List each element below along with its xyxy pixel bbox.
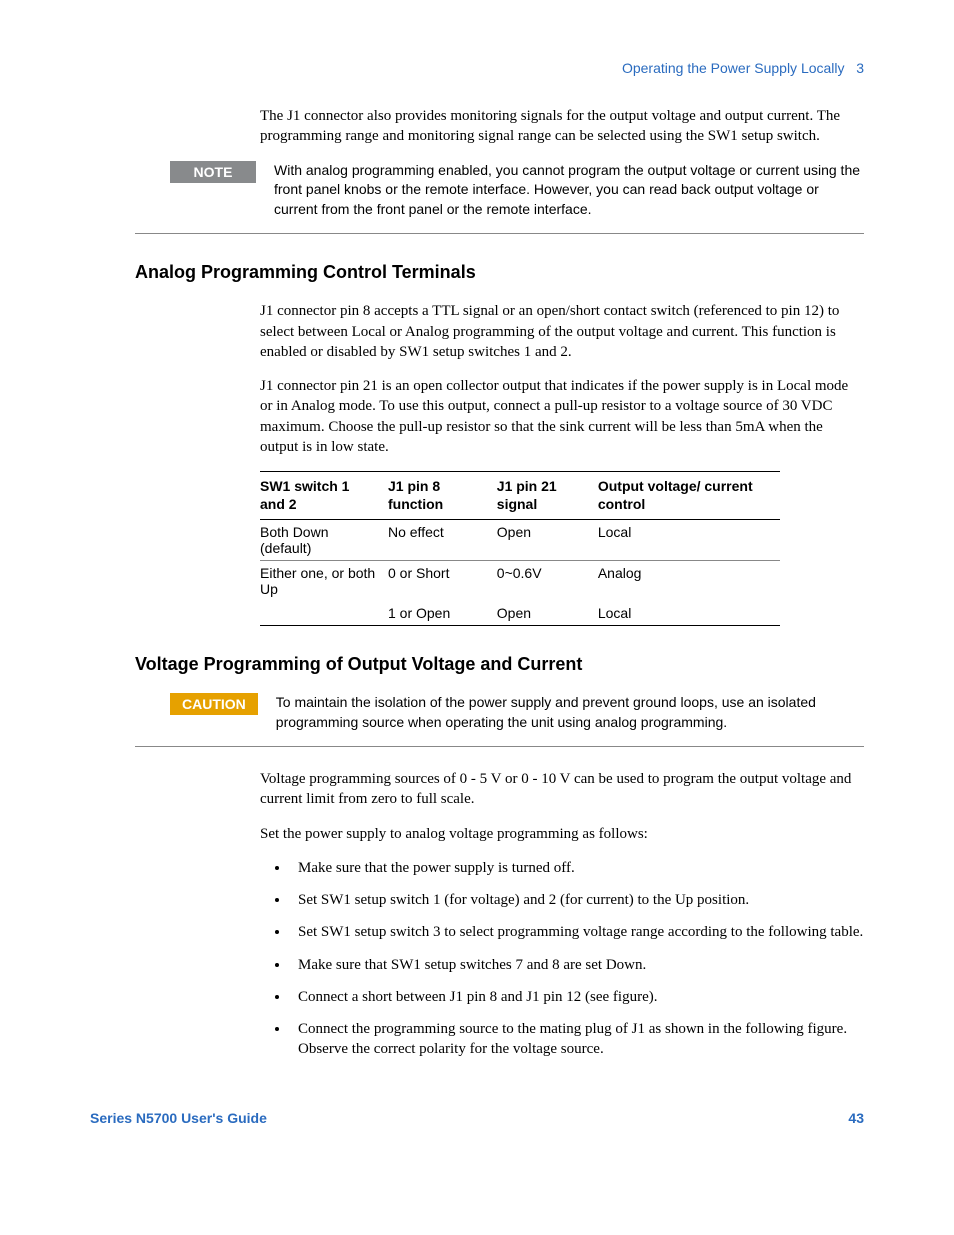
- th-0: SW1 switch 1 and 2: [260, 472, 388, 520]
- caution-text: To maintain the isolation of the power s…: [276, 693, 864, 732]
- list-item: Make sure that the power supply is turne…: [290, 858, 864, 878]
- page-container: Operating the Power Supply Locally 3 The…: [0, 0, 954, 1235]
- th-1: J1 pin 8 function: [388, 472, 497, 520]
- header-chapter: 3: [856, 60, 864, 76]
- table-row: Both Down (default) No effect Open Local: [260, 520, 780, 561]
- td: 0 or Short: [388, 561, 497, 602]
- steps-list: Make sure that the power supply is turne…: [290, 858, 864, 1060]
- list-item: Make sure that SW1 setup switches 7 and …: [290, 955, 864, 975]
- note-text: With analog programming enabled, you can…: [274, 161, 864, 220]
- th-3: Output voltage/ current control: [598, 472, 780, 520]
- section2-p1: Voltage programming sources of 0 - 5 V o…: [260, 769, 864, 810]
- td: Either one, or both Up: [260, 561, 388, 602]
- note-block: NOTE With analog programming enabled, yo…: [170, 161, 864, 220]
- th-2: J1 pin 21 signal: [497, 472, 598, 520]
- sw1-table: SW1 switch 1 and 2 J1 pin 8 function J1 …: [260, 471, 780, 626]
- td: Analog: [598, 561, 780, 602]
- page-footer: Series N5700 User's Guide 43: [90, 1110, 864, 1126]
- footer-left: Series N5700 User's Guide: [90, 1110, 267, 1126]
- td: Open: [497, 520, 598, 561]
- section2-heading: Voltage Programming of Output Voltage an…: [135, 654, 864, 675]
- list-item: Connect a short between J1 pin 8 and J1 …: [290, 987, 864, 1007]
- list-item: Set SW1 setup switch 1 (for voltage) and…: [290, 890, 864, 910]
- td: 0~0.6V: [497, 561, 598, 602]
- table-row: Either one, or both Up 0 or Short 0~0.6V…: [260, 561, 780, 602]
- td: Both Down (default): [260, 520, 388, 561]
- section1-heading: Analog Programming Control Terminals: [135, 262, 864, 283]
- caution-block: CAUTION To maintain the isolation of the…: [170, 693, 864, 732]
- header-section: Operating the Power Supply Locally: [622, 60, 845, 76]
- td: Local: [598, 520, 780, 561]
- table-row: 1 or Open Open Local: [260, 601, 780, 626]
- footer-page-number: 43: [848, 1110, 864, 1126]
- running-header: Operating the Power Supply Locally 3: [90, 60, 864, 76]
- section1-p1: J1 connector pin 8 accepts a TTL signal …: [260, 301, 864, 362]
- table-header-row: SW1 switch 1 and 2 J1 pin 8 function J1 …: [260, 472, 780, 520]
- section1-p2: J1 connector pin 21 is an open collector…: [260, 376, 864, 457]
- td: Local: [598, 601, 780, 626]
- td: Open: [497, 601, 598, 626]
- note-badge: NOTE: [170, 161, 256, 183]
- td: No effect: [388, 520, 497, 561]
- list-item: Set SW1 setup switch 3 to select program…: [290, 922, 864, 942]
- list-item: Connect the programming source to the ma…: [290, 1019, 864, 1060]
- caution-badge: CAUTION: [170, 693, 258, 715]
- divider: [135, 746, 864, 747]
- td: 1 or Open: [388, 601, 497, 626]
- td: [260, 601, 388, 626]
- intro-paragraph: The J1 connector also provides monitorin…: [260, 106, 864, 147]
- section2-p2: Set the power supply to analog voltage p…: [260, 824, 864, 844]
- divider: [135, 233, 864, 234]
